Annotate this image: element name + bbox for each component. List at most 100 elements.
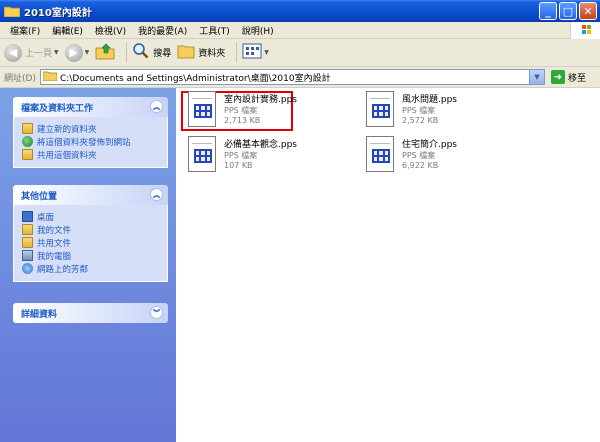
file-size: 107 KB — [224, 161, 253, 170]
back-arrow-icon: ◀ — [4, 43, 22, 62]
pps-file-icon — [186, 136, 220, 174]
menu-view[interactable]: 檢視(V) — [89, 24, 132, 37]
windows-logo-icon — [570, 22, 600, 39]
task-label: 共用這個資料夾 — [37, 150, 97, 161]
folders-button[interactable]: 資料夾 — [177, 43, 225, 62]
task-label: 將這個資料夾發佈到網站 — [37, 137, 131, 148]
file-type: PPS 檔案 — [402, 106, 436, 115]
file-name: 必備基本觀念.pps — [224, 140, 297, 150]
go-label: 移至 — [568, 73, 587, 84]
chevron-down-icon[interactable]: ▼ — [85, 49, 90, 56]
documents-folder-icon — [22, 224, 33, 235]
folders-icon — [177, 43, 195, 62]
file-type: PPS 檔案 — [224, 106, 258, 115]
chevron-up-icon[interactable]: ︽ — [150, 100, 163, 113]
task-new-folder[interactable]: 建立新的資料夾 — [22, 122, 159, 135]
menu-file[interactable]: 檔案(F) — [4, 24, 46, 37]
file-size: 2,713 KB — [224, 116, 261, 125]
place-label: 桌面 — [37, 212, 55, 223]
file-list: 室內設計實務.pps PPS 檔案 2,713 KB 風水問題.pps PPS … — [176, 88, 600, 442]
chevron-down-icon[interactable]: ▼ — [264, 49, 269, 56]
file-type: PPS 檔案 — [402, 151, 436, 160]
place-label: 我的文件 — [37, 225, 72, 236]
chevron-down-icon[interactable]: ▼ — [529, 70, 544, 84]
other-places-panel: 其他位置 ︽ 桌面 我的文件 共用文件 我的電腦 網路上的芳鄰 — [13, 185, 168, 282]
globe-icon — [22, 136, 33, 147]
file-item[interactable]: 住宅簡介.pps PPS 檔案 6,922 KB — [364, 136, 457, 174]
file-item[interactable]: 風水問題.pps PPS 檔案 2,572 KB — [364, 91, 457, 129]
file-item[interactable]: 室內設計實務.pps PPS 檔案 2,713 KB — [186, 91, 297, 129]
views-button[interactable]: ▼ — [242, 43, 269, 62]
file-name: 住宅簡介.pps — [402, 140, 457, 150]
panel-title: 詳細資料 — [21, 309, 58, 320]
folder-icon — [3, 5, 21, 18]
place-my-computer[interactable]: 我的電腦 — [22, 249, 159, 262]
menu-favorites[interactable]: 我的最愛(A) — [132, 24, 193, 37]
menu-tools[interactable]: 工具(T) — [193, 24, 236, 37]
new-folder-icon — [22, 123, 33, 134]
toolbar-separator — [126, 42, 128, 63]
views-icon — [242, 43, 262, 62]
back-label: 上一頁 — [25, 49, 53, 59]
chevron-down-icon[interactable]: ︾ — [150, 306, 163, 319]
address-bar: 網址(D) C:\Documents and Settings\Administ… — [0, 67, 600, 88]
file-tasks-panel: 檔案及資料夾工作 ︽ 建立新的資料夾 將這個資料夾發佈到網站 共用這個資料夾 — [13, 97, 168, 168]
minimize-button[interactable]: _ — [539, 2, 557, 20]
panel-title: 其他位置 — [21, 191, 58, 202]
search-icon — [132, 42, 150, 63]
maximize-button[interactable]: □ — [559, 2, 577, 20]
pps-file-icon — [186, 91, 220, 129]
file-size: 2,572 KB — [402, 116, 439, 125]
shared-folder-icon — [22, 149, 33, 160]
toolbar-separator — [236, 42, 238, 63]
forward-arrow-icon: ▶ — [64, 43, 83, 62]
menu-edit[interactable]: 編輯(E) — [46, 24, 89, 37]
pps-file-icon — [364, 91, 398, 129]
panel-title: 檔案及資料夾工作 — [21, 103, 94, 114]
place-network[interactable]: 網路上的芳鄰 — [22, 262, 159, 275]
file-item[interactable]: 必備基本觀念.pps PPS 檔案 107 KB — [186, 136, 297, 174]
other-places-header[interactable]: 其他位置 ︽ — [13, 185, 168, 205]
address-label: 網址(D) — [4, 73, 36, 84]
place-label: 網路上的芳鄰 — [37, 264, 89, 275]
place-label: 我的電腦 — [37, 251, 72, 262]
folders-label: 資料夾 — [198, 49, 226, 59]
address-input[interactable]: C:\Documents and Settings\Administrator\… — [40, 69, 545, 85]
file-name: 室內設計實務.pps — [224, 95, 297, 105]
go-arrow-icon: ➜ — [551, 70, 565, 84]
menu-help[interactable]: 說明(H) — [236, 24, 280, 37]
back-button[interactable]: ◀ 上一頁 ▼ — [4, 43, 59, 62]
file-name: 風水問題.pps — [402, 95, 457, 105]
place-my-documents[interactable]: 我的文件 — [22, 223, 159, 236]
place-label: 共用文件 — [37, 238, 72, 249]
up-folder-icon — [95, 42, 115, 63]
network-icon — [22, 263, 33, 274]
chevron-up-icon[interactable]: ︽ — [150, 188, 163, 201]
task-label: 建立新的資料夾 — [37, 124, 97, 135]
chevron-down-icon[interactable]: ▼ — [54, 49, 59, 56]
task-share-folder[interactable]: 共用這個資料夾 — [22, 148, 159, 161]
forward-button[interactable]: ▶ ▼ — [64, 43, 90, 62]
menu-bar: 檔案(F) 編輯(E) 檢視(V) 我的最愛(A) 工具(T) 說明(H) — [0, 22, 600, 39]
search-label: 搜尋 — [153, 49, 172, 59]
address-value: C:\Documents and Settings\Administrator\… — [60, 73, 331, 84]
shared-documents-icon — [22, 237, 33, 248]
place-desktop[interactable]: 桌面 — [22, 210, 159, 223]
file-tasks-header[interactable]: 檔案及資料夾工作 ︽ — [13, 97, 168, 117]
pps-file-icon — [364, 136, 398, 174]
computer-icon — [22, 250, 33, 261]
task-publish-web[interactable]: 將這個資料夾發佈到網站 — [22, 135, 159, 148]
file-size: 6,922 KB — [402, 161, 439, 170]
desktop-icon — [22, 211, 33, 222]
place-shared-documents[interactable]: 共用文件 — [22, 236, 159, 249]
go-button[interactable]: ➜ 移至 — [551, 70, 586, 84]
details-header[interactable]: 詳細資料 ︾ — [13, 303, 168, 323]
details-panel: 詳細資料 ︾ — [13, 303, 168, 323]
search-button[interactable]: 搜尋 — [132, 42, 171, 63]
close-button[interactable]: ✕ — [579, 2, 597, 20]
title-bar[interactable]: 2010室內設計 _ □ ✕ — [0, 0, 600, 22]
toolbar: ◀ 上一頁 ▼ ▶ ▼ 搜尋 資料夾 ▼ — [0, 39, 600, 67]
folder-icon — [42, 70, 58, 84]
up-folder-button[interactable] — [95, 42, 115, 63]
task-pane: 檔案及資料夾工作 ︽ 建立新的資料夾 將這個資料夾發佈到網站 共用這個資料夾 其… — [0, 88, 176, 442]
